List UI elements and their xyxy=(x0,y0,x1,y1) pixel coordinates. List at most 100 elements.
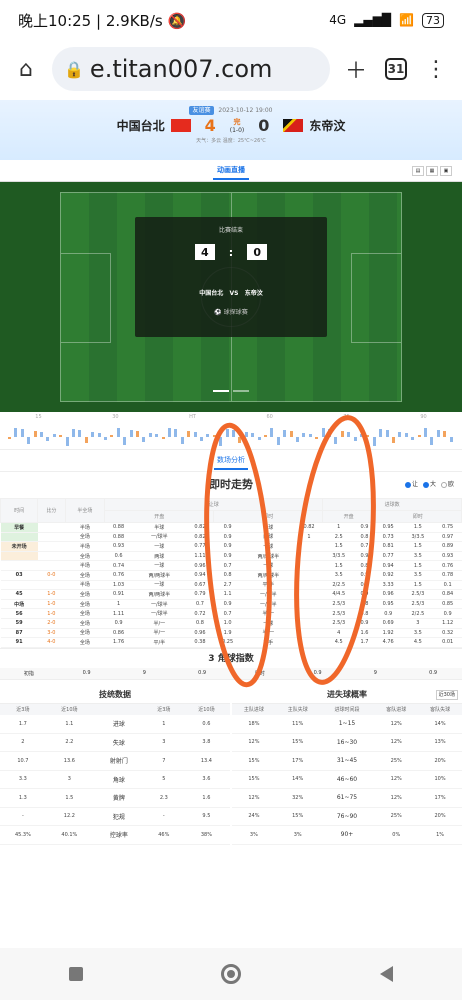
odds-row: 半场 1.03 一球 0.67 2.7 平/半 2/2.5 0.9 3.33 1.5 0.1 xyxy=(0,580,462,591)
overlay-away-score: 0 xyxy=(247,244,268,260)
odds-cell: 3.5 xyxy=(401,628,434,639)
odds-time: 56 xyxy=(0,608,38,619)
stats-label: 76~90 xyxy=(319,807,375,827)
timeline-bar xyxy=(8,437,11,439)
odds-cell: 0.96 xyxy=(186,628,214,639)
odds-cell: 1 xyxy=(104,599,133,610)
league-badge[interactable]: 友谊赛 xyxy=(189,106,214,115)
stats-value: 3% xyxy=(275,825,320,845)
timeline-bar xyxy=(123,437,127,445)
odds-cell: 1.5 xyxy=(322,541,355,552)
away-team[interactable]: 东帝汶 xyxy=(283,117,345,134)
stats-value: 2.2 xyxy=(45,733,93,753)
away-score: 0 xyxy=(258,116,270,135)
checked-icon xyxy=(404,481,411,488)
overlay-brand: ⚽ 球探球赛 xyxy=(214,309,248,316)
odds-row: 全场 0.6 两球 1.11 0.9 两/两球半 3/3.5 0.9 0.77 3.5 0.93 xyxy=(0,551,462,562)
stats-label: 31~45 xyxy=(319,751,375,771)
stats-value: 17% xyxy=(275,751,320,771)
stats-row: 15% 14% 46~60 12% 10% xyxy=(232,770,462,790)
carousel-pager[interactable] xyxy=(213,390,249,392)
odds-score: 2-0 xyxy=(37,618,66,629)
stats-value: 25% xyxy=(374,807,419,827)
overlay-teams: 中国台北 VS 东帝汶 xyxy=(199,290,263,297)
stats-value: 1% xyxy=(418,825,462,845)
menu-icon[interactable]: ⋮ xyxy=(422,55,450,83)
odds-score xyxy=(37,560,66,571)
stats-header xyxy=(92,703,145,715)
tab-analysis[interactable]: 数场分析 xyxy=(214,452,248,470)
odds-time: 未开场 xyxy=(0,541,38,552)
col-halffull: 半全场 xyxy=(64,498,106,523)
stats-value: 40.1% xyxy=(45,825,93,845)
view-toggle-2[interactable]: ▦ xyxy=(426,165,438,176)
option-euro[interactable]: 欧 xyxy=(440,472,454,498)
home-icon[interactable]: ⌂ xyxy=(12,55,40,83)
timeline-bar xyxy=(340,431,344,437)
odds-cell: 一球 xyxy=(132,580,187,591)
odds-halffull: 全场 xyxy=(65,618,105,629)
odds-cell: 0.8 xyxy=(213,570,242,581)
range-select[interactable]: 近30场 xyxy=(435,689,458,700)
odds-halffull: 全场 xyxy=(65,589,105,600)
odds-cell: 两/两球半 xyxy=(241,570,296,581)
stats-label: 犯规 xyxy=(92,807,145,827)
view-toggle-3[interactable]: ▣ xyxy=(440,165,452,176)
stats-label: 90+ xyxy=(319,825,375,845)
stats-value: 20% xyxy=(418,807,462,827)
stats-value: 12% xyxy=(374,714,419,734)
stats-row: 12% 15% 16~30 12% 13% xyxy=(232,733,462,753)
battery-indicator: 73 xyxy=(422,12,444,28)
home-team[interactable]: 中国台北 xyxy=(117,117,191,134)
home-nav-icon[interactable] xyxy=(221,964,242,984)
odds-cell xyxy=(295,599,323,610)
odds-cell: 1.76 xyxy=(104,637,133,648)
odds-halffull: 全场 xyxy=(65,628,105,639)
odds-cell: 0.9 xyxy=(213,522,242,533)
tech-stats-title: 技统数据 xyxy=(0,686,230,704)
option-big[interactable]: 大 xyxy=(422,472,436,498)
stats-value: 13.6 xyxy=(45,751,93,771)
tabs-button[interactable]: 31 xyxy=(382,55,410,83)
timeline-bar xyxy=(321,428,325,437)
timeline-bar xyxy=(84,437,88,443)
odds-cell: 0.86 xyxy=(104,628,133,639)
odds-time: 中场 xyxy=(0,599,38,610)
stats-value: 13% xyxy=(418,733,462,753)
odds-cell: 0.9 xyxy=(354,570,375,581)
match-status: 完 xyxy=(233,118,241,126)
option-let[interactable]: 让 xyxy=(404,472,418,498)
timeline-bar xyxy=(385,430,389,437)
corner-cell: 初指 xyxy=(23,670,34,677)
tab-live-animation[interactable]: 动画直播 xyxy=(213,162,249,180)
odds-row: 59 2-0 全场 0.9 半/一 0.8 1.0 一球 2.5/3 0.9 0.69 3 1.12 xyxy=(0,618,462,629)
address-bar[interactable]: 🔒 e.titan007.com xyxy=(52,47,330,91)
odds-cell: 0.82 xyxy=(295,522,323,533)
timeline-bar xyxy=(404,433,408,437)
recent-apps-icon[interactable] xyxy=(69,967,84,981)
timeline-bar xyxy=(27,437,31,444)
odds-cell: 3 xyxy=(401,618,434,629)
stats-value: 24% xyxy=(232,807,276,827)
stats-value: 11% xyxy=(275,714,320,734)
back-icon[interactable] xyxy=(379,966,393,982)
odds-cell: 2.5/3 xyxy=(401,589,434,600)
timeline-bar xyxy=(59,435,63,437)
tech-stats: 技统数据 近3场 近10场 近3场 近10场 1.7 1.1 进球 1 0.6 2 2.2 失球 3 3… xyxy=(0,686,230,845)
status-right: 4G ▂▄▆█ 📶 73 xyxy=(329,12,444,28)
stats-row: 1.7 1.1 进球 1 0.6 xyxy=(0,714,230,734)
odds-cell: 0.9 xyxy=(213,532,242,543)
odds-cell: 0.9 xyxy=(354,522,375,533)
odds-row: 半场 0.74 一球 0.96 0.7 一球 1.5 0.8 0.94 1.5 0.76 xyxy=(0,560,462,571)
view-toggle-1[interactable]: ▤ xyxy=(412,165,424,176)
odds-cell: 0.9 xyxy=(374,608,402,619)
stats-value: 32% xyxy=(275,788,320,808)
new-tab-icon[interactable]: ＋ xyxy=(342,55,370,84)
odds-cell: 0.7 xyxy=(213,608,242,619)
odds-cell: 平/半 xyxy=(132,637,187,648)
goal-probability: 进失球概率 近30场 主队进球 主队失球 进球时间段 客队进球 客队失球 18% 11% 1… xyxy=(232,686,462,845)
timeline-bar xyxy=(232,430,235,437)
odds-cell: 0.67 xyxy=(186,580,214,591)
status-time: 晚上10:25 xyxy=(18,11,92,30)
timeline-bar xyxy=(174,429,178,437)
